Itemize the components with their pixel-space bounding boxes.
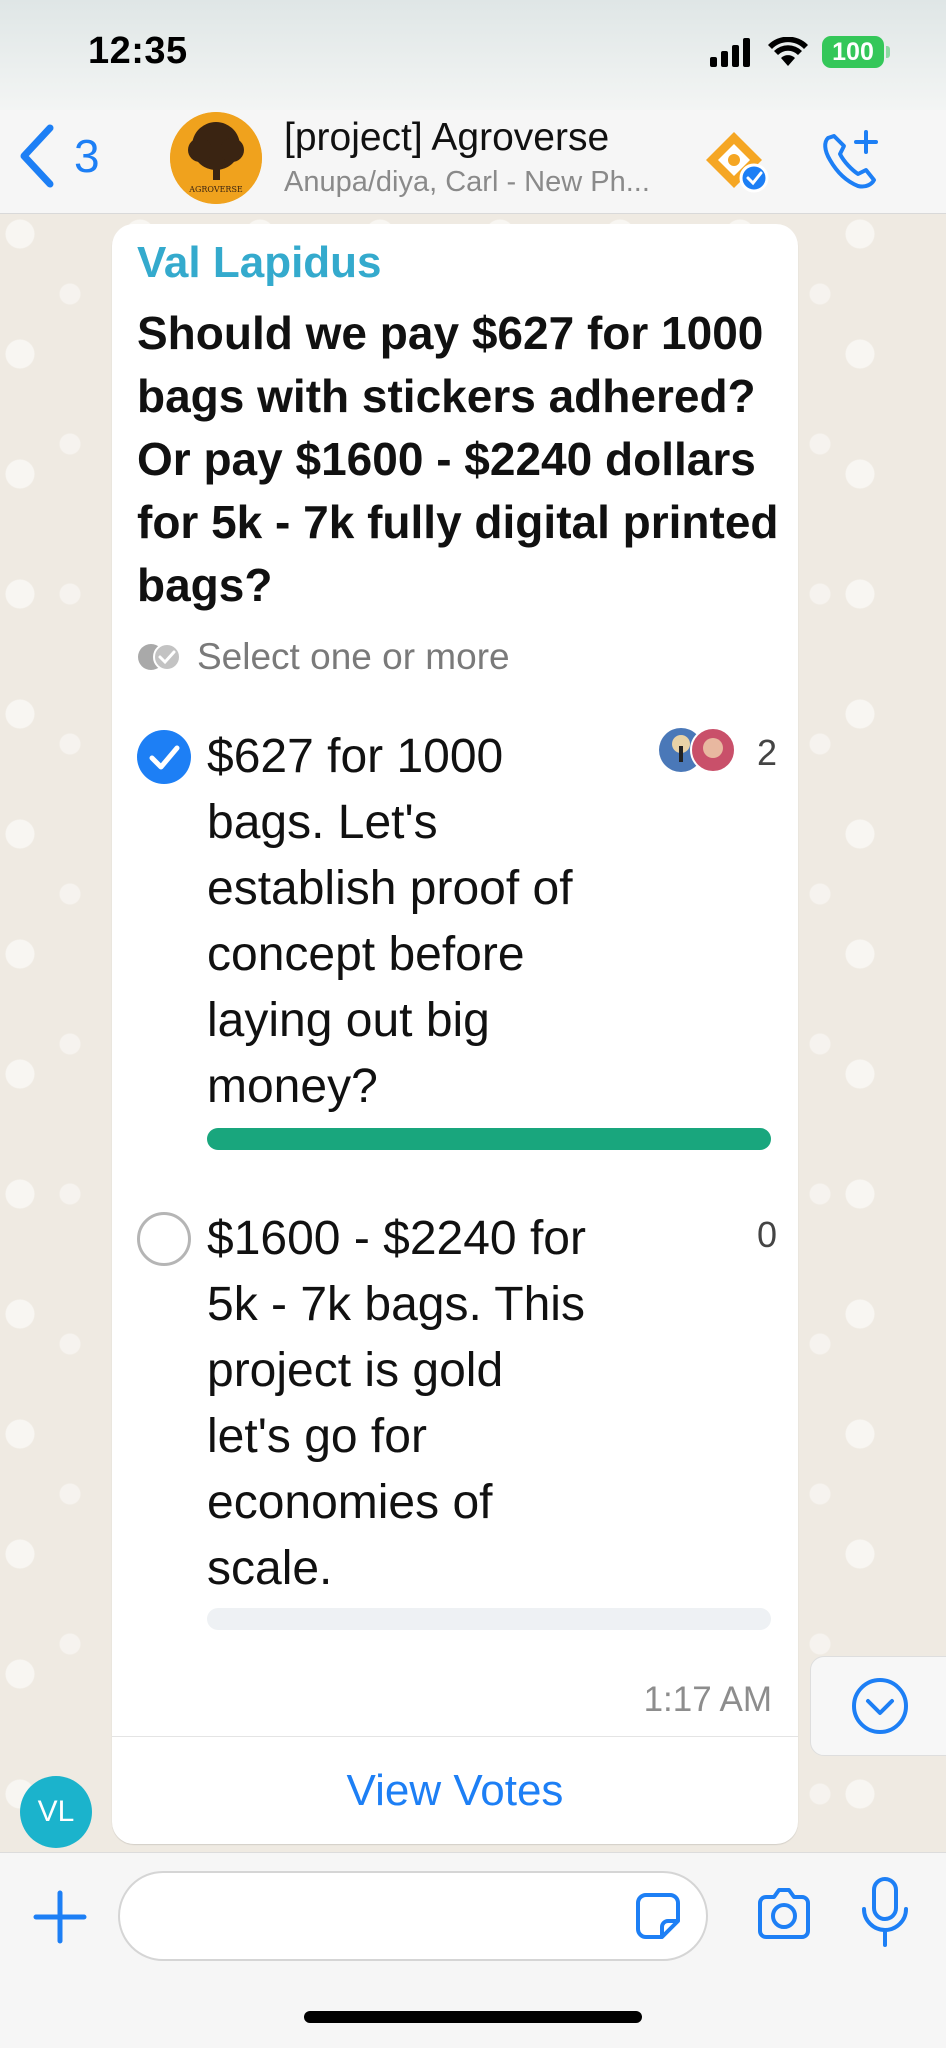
sender-avatar[interactable]: VL <box>20 1776 92 1848</box>
status-bar: 12:35 100 <box>0 0 946 110</box>
camera-icon <box>758 1888 810 1939</box>
signal-icon <box>710 38 750 67</box>
camera-button[interactable] <box>752 1883 816 1947</box>
plus-icon <box>33 1890 87 1944</box>
phone-plus-icon <box>823 130 878 189</box>
unread-count: 3 <box>74 130 100 182</box>
checked-circle-icon[interactable] <box>137 730 191 784</box>
tree-logo-icon: AGROVERSE <box>170 112 262 204</box>
microphone-icon <box>862 1877 908 1947</box>
vote-bar-track <box>207 1128 771 1150</box>
scroll-to-bottom-button[interactable] <box>810 1656 946 1756</box>
poll-question: Should we pay $627 for 1000 bags with st… <box>137 307 779 611</box>
vote-count: 2 <box>756 732 777 773</box>
sticker-icon <box>636 1893 680 1939</box>
view-votes-button[interactable]: View Votes <box>112 1766 798 1816</box>
sticker-button[interactable] <box>632 1891 682 1941</box>
double-check-icon <box>138 643 181 671</box>
group-avatar[interactable]: AGROVERSE <box>170 112 262 204</box>
message-composer <box>0 1852 946 2048</box>
add-call-button[interactable] <box>818 128 882 192</box>
poll-option-1[interactable]: $627 for 1000 bags. Let's establish proo… <box>137 727 777 1150</box>
voter-avatars[interactable] <box>659 726 747 774</box>
message-timestamp: 1:17 AM <box>643 1680 772 1719</box>
divider <box>112 1736 798 1737</box>
status-time: 12:35 <box>88 30 188 72</box>
attach-button[interactable] <box>28 1885 92 1949</box>
vote-bar-fill <box>207 1128 771 1150</box>
wifi-icon <box>768 37 808 66</box>
vote-count: 0 <box>756 1214 777 1255</box>
poll-option-text: $1600 - $2240 for 5k - 7k bags. This pro… <box>207 1212 586 1595</box>
meta-ai-icon[interactable] <box>704 128 770 194</box>
chevron-left-icon <box>20 124 54 188</box>
battery-level: 100 <box>832 37 874 66</box>
poll-hint-text: Select one or more <box>197 636 510 677</box>
poll-option-text: $627 for 1000 bags. Let's establish proo… <box>207 730 573 1113</box>
status-icons: 100 <box>710 36 890 68</box>
message-input[interactable] <box>118 1871 708 1961</box>
group-members[interactable]: Anupa/diya, Carl - New Ph... <box>284 166 684 199</box>
logo-text: AGROVERSE <box>188 185 243 194</box>
battery-icon: 100 <box>822 36 890 68</box>
back-button[interactable]: 3 <box>18 124 100 188</box>
microphone-button[interactable] <box>858 1875 912 1955</box>
sender-name[interactable]: Val Lapidus <box>137 238 382 288</box>
poll-option-2[interactable]: $1600 - $2240 for 5k - 7k bags. This pro… <box>137 1212 777 1630</box>
poll-hint: Select one or more <box>137 636 510 678</box>
group-title[interactable]: [project] Agroverse <box>284 116 609 160</box>
home-indicator <box>304 2011 642 2023</box>
chevron-down-circle-icon <box>852 1678 908 1734</box>
chat-header: 3 AGROVERSE [project] Agroverse Anupa/di… <box>0 110 946 214</box>
poll-message-bubble[interactable]: Val Lapidus Should we pay $627 for 1000 … <box>112 224 798 1844</box>
vote-bar-track <box>207 1608 771 1630</box>
radio-circle-icon[interactable] <box>137 1212 191 1266</box>
